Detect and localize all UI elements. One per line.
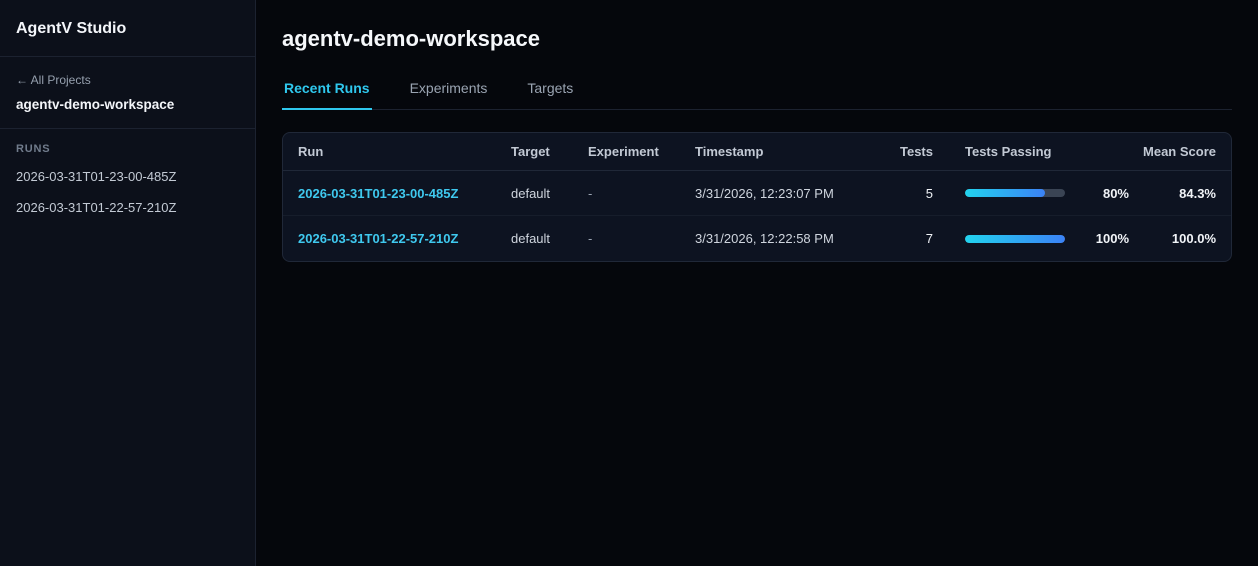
col-header-tests-passing: Tests Passing — [965, 144, 1052, 159]
mean-score-cell: 84.3% — [1179, 185, 1216, 201]
col-header-target: Target — [511, 144, 550, 159]
col-header-mean-score: Mean Score — [1143, 144, 1216, 159]
target-cell: default — [511, 231, 551, 246]
sidebar-run-item[interactable]: 2026-03-31T01-22-57-210Z — [16, 200, 239, 215]
page-title: agentv-demo-workspace — [282, 26, 540, 51]
timestamp-cell: 3/31/2026, 12:23:07 PM — [695, 185, 834, 201]
experiment-cell: - — [588, 185, 593, 201]
run-link[interactable]: 2026-03-31T01-22-57-210Z — [298, 231, 458, 246]
run-link[interactable]: 2026-03-31T01-23-00-485Z — [298, 186, 458, 201]
sidebar-header: AgentV Studio — [0, 0, 255, 57]
sidebar-runs-section: RUNS 2026-03-31T01-23-00-485Z 2026-03-31… — [0, 129, 255, 245]
tests-passing-cell: 100% — [933, 231, 1129, 246]
app-layout: AgentV Studio ← All Projects agentv-demo… — [0, 0, 1258, 566]
sidebar-workspace-name: agentv-demo-workspace — [16, 97, 175, 112]
tab-targets[interactable]: Targets — [525, 80, 575, 110]
col-header-timestamp: Timestamp — [695, 144, 764, 159]
tests-passing-percent: 100% — [1095, 231, 1129, 246]
tests-passing-cell: 80% — [933, 186, 1129, 201]
tests-passing-bar-fill — [965, 189, 1045, 197]
mean-score-cell: 100.0% — [1171, 231, 1216, 246]
runs-table: Run Target Experiment Timestamp Tests Te… — [282, 132, 1232, 262]
timestamp-cell: 3/31/2026, 12:22:58 PM — [695, 231, 834, 246]
tests-count-cell: 7 — [925, 231, 933, 246]
sidebar-run-item[interactable]: 2026-03-31T01-23-00-485Z — [16, 169, 239, 184]
col-header-experiment: Experiment — [588, 144, 659, 159]
tests-passing-percent: 80% — [1102, 185, 1129, 201]
col-header-tests: Tests — [900, 144, 933, 159]
sidebar: AgentV Studio ← All Projects agentv-demo… — [0, 0, 256, 566]
tab-recent-runs[interactable]: Recent Runs — [282, 80, 372, 110]
tests-count-cell: 5 — [925, 185, 933, 201]
tests-passing-bar — [965, 189, 1065, 197]
experiment-cell: - — [588, 231, 593, 246]
main-content: agentv-demo-workspace Recent Runs Experi… — [256, 0, 1258, 566]
tab-bar: Recent Runs Experiments Targets — [282, 80, 1232, 110]
table-row: 2026-03-31T01-23-00-485Z default - 3/31/… — [283, 171, 1231, 216]
target-cell: default — [511, 185, 551, 201]
tests-passing-bar-fill — [965, 234, 1065, 243]
tab-experiments[interactable]: Experiments — [408, 80, 490, 110]
all-projects-link[interactable]: ← All Projects — [16, 73, 91, 87]
table-header-row: Run Target Experiment Timestamp Tests Te… — [283, 133, 1231, 171]
app-title: AgentV Studio — [16, 20, 127, 37]
col-header-run: Run — [298, 144, 324, 159]
tests-passing-bar — [965, 234, 1065, 243]
runs-section-label: RUNS — [16, 143, 51, 155]
sidebar-project-section: ← All Projects agentv-demo-workspace — [0, 57, 255, 129]
table-row: 2026-03-31T01-22-57-210Z default - 3/31/… — [283, 216, 1231, 261]
